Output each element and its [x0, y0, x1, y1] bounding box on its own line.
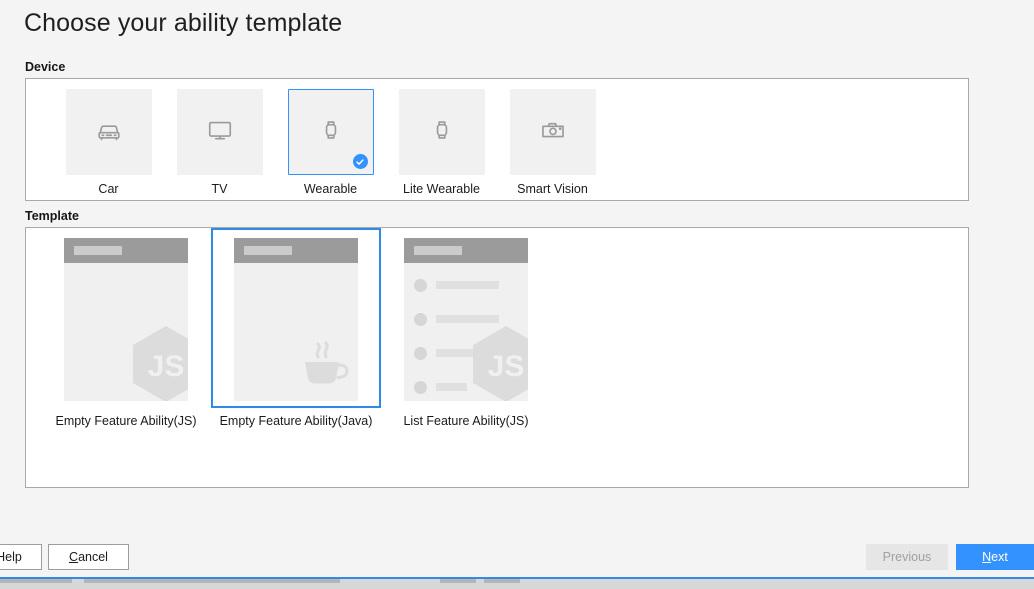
svg-text:JS: JS: [488, 350, 525, 383]
template-preview-empty-js: JS: [64, 237, 188, 401]
device-card-wearable[interactable]: Wearable: [275, 89, 386, 196]
device-tile[interactable]: [398, 89, 485, 175]
preview-title-pill: [74, 245, 122, 255]
device-tile[interactable]: [287, 89, 374, 175]
template-card-label: Empty Feature Ability(JS): [55, 414, 197, 428]
java-cup-logo: [298, 340, 350, 395]
cancel-button-label: Cancel: [69, 550, 108, 564]
js-hexagon-logo: JS: [470, 324, 528, 401]
preview-title-bar: [64, 237, 188, 263]
strip-segment: [0, 579, 72, 583]
preview-title-bar: [404, 237, 528, 263]
car-icon: [95, 116, 123, 149]
cancel-button[interactable]: Cancel: [48, 544, 129, 570]
template-card-label: List Feature Ability(JS): [403, 414, 529, 428]
preview-body: [234, 263, 358, 401]
template-card-empty-js[interactable]: JS Empty Feature Ability(JS): [41, 228, 211, 428]
preview-title-bar: [234, 237, 358, 263]
device-card-label: Smart Vision: [517, 182, 588, 196]
device-tile[interactable]: [65, 89, 152, 175]
list-line: [436, 383, 467, 391]
preview-title-pill: [244, 245, 292, 255]
dialog-footer: Help Cancel Previous Next: [0, 527, 1034, 577]
list-bullet-icon: [414, 346, 427, 360]
template-card-label: Empty Feature Ability(Java): [219, 414, 373, 428]
device-card-smart-vision[interactable]: Smart Vision: [497, 89, 608, 196]
template-frame[interactable]: JS: [41, 228, 211, 408]
template-card-list-js[interactable]: JS List Feature Ability(JS): [381, 228, 551, 428]
selected-check-icon: [352, 154, 368, 169]
help-button[interactable]: Help: [0, 544, 42, 570]
strip-segment: [484, 579, 520, 583]
js-hexagon-logo: JS: [130, 324, 188, 401]
list-bullet-icon: [414, 278, 427, 292]
device-card-car[interactable]: Car: [53, 89, 164, 196]
list-line: [436, 281, 499, 289]
device-card-row: Car TV Wearable Lite Wearable Smart Visi…: [53, 89, 608, 196]
template-card-row: JS Empty Feature Ability(JS) Empty Featu…: [41, 228, 551, 428]
device-section-label: Device: [25, 60, 66, 74]
list-bullet-icon: [414, 312, 427, 326]
strip-segment: [440, 579, 476, 583]
tv-icon: [206, 116, 234, 149]
template-frame[interactable]: JS: [381, 228, 551, 408]
page-title: Choose your ability template: [24, 9, 343, 37]
device-card-label: TV: [211, 182, 228, 196]
strip-segment: [84, 579, 340, 583]
template-panel: JS Empty Feature Ability(JS) Empty Featu…: [25, 227, 969, 488]
next-button[interactable]: Next: [956, 544, 1034, 570]
previous-button-label: Previous: [882, 550, 932, 564]
preview-body: JS: [404, 263, 528, 401]
svg-text:JS: JS: [148, 350, 185, 383]
device-card-tv[interactable]: TV: [164, 89, 275, 196]
help-button-label: Help: [0, 550, 22, 564]
device-panel: Car TV Wearable Lite Wearable Smart Visi…: [25, 78, 969, 201]
list-line: [436, 315, 499, 323]
watch-icon: [317, 116, 345, 149]
device-card-lite-wearable[interactable]: Lite Wearable: [386, 89, 497, 196]
watch-icon: [428, 116, 456, 149]
template-preview-empty-java: [234, 237, 358, 401]
footer-status-strip: [0, 579, 1034, 589]
preview-title-pill: [414, 245, 462, 255]
preview-body: JS: [64, 263, 188, 401]
device-card-label: Wearable: [303, 182, 358, 196]
device-tile[interactable]: [176, 89, 263, 175]
template-frame[interactable]: [211, 228, 381, 408]
device-card-label: Lite Wearable: [403, 182, 480, 196]
template-preview-list-js: JS: [404, 237, 528, 401]
template-section-label: Template: [25, 209, 79, 223]
device-card-label: Car: [98, 182, 119, 196]
list-item: [414, 278, 528, 292]
camera-icon: [539, 116, 567, 149]
list-bullet-icon: [414, 380, 427, 394]
device-tile[interactable]: [509, 89, 596, 175]
template-card-empty-java[interactable]: Empty Feature Ability(Java): [211, 228, 381, 428]
previous-button[interactable]: Previous: [866, 544, 948, 570]
next-button-label: Next: [982, 550, 1008, 564]
